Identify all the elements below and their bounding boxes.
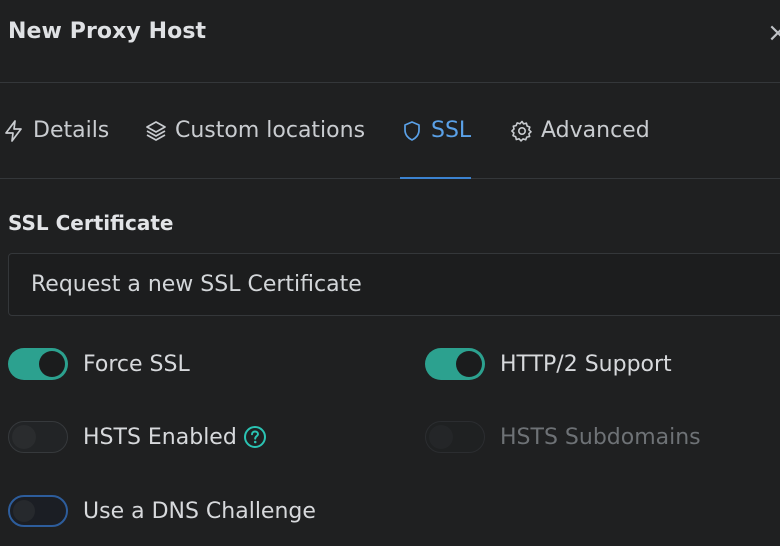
hsts-row: HSTS Enabled bbox=[8, 419, 267, 455]
hsts-subdomains-label: HSTS Subdomains bbox=[500, 424, 701, 450]
lightning-icon bbox=[2, 119, 26, 143]
hsts-subdomains-toggle bbox=[425, 421, 485, 453]
tab-custom-locations-label: Custom locations bbox=[175, 118, 366, 143]
tab-advanced[interactable]: Advanced bbox=[510, 83, 650, 178]
toggle-knob bbox=[13, 500, 35, 522]
ssl-certificate-value: Request a new SSL Certificate bbox=[31, 272, 362, 297]
tab-advanced-label: Advanced bbox=[541, 118, 650, 143]
ssl-certificate-select[interactable]: Request a new SSL Certificate bbox=[8, 253, 780, 316]
http2-support-label: HTTP/2 Support bbox=[500, 351, 672, 377]
tab-details-label: Details bbox=[33, 118, 110, 143]
close-icon[interactable]: × bbox=[767, 18, 780, 48]
layers-icon bbox=[144, 119, 168, 143]
shield-icon bbox=[400, 119, 424, 143]
hsts-enabled-toggle[interactable] bbox=[8, 421, 68, 453]
force-ssl-row: Force SSL bbox=[8, 346, 190, 382]
tab-custom-locations[interactable]: Custom locations bbox=[144, 83, 365, 178]
hsts-enabled-label: HSTS Enabled bbox=[83, 424, 237, 450]
toggle-knob bbox=[12, 425, 36, 449]
ssl-certificate-label: SSL Certificate bbox=[8, 211, 174, 235]
new-proxy-host-modal: New Proxy Host × Details Custom location… bbox=[0, 0, 780, 546]
hsts-subdomains-row: HSTS Subdomains bbox=[425, 419, 701, 455]
dns-challenge-label: Use a DNS Challenge bbox=[83, 498, 316, 524]
tab-ssl-label: SSL bbox=[431, 118, 472, 143]
tab-ssl[interactable]: SSL bbox=[400, 83, 472, 179]
dns-challenge-toggle[interactable] bbox=[8, 495, 68, 527]
force-ssl-toggle[interactable] bbox=[8, 348, 68, 380]
tab-details[interactable]: Details bbox=[2, 83, 109, 178]
toggle-knob bbox=[456, 351, 482, 377]
gear-icon bbox=[510, 119, 534, 143]
http2-row: HTTP/2 Support bbox=[425, 346, 672, 382]
modal-header: New Proxy Host × bbox=[0, 0, 780, 83]
question-circle-icon[interactable] bbox=[243, 425, 267, 449]
http2-support-toggle[interactable] bbox=[425, 348, 485, 380]
modal-title: New Proxy Host bbox=[8, 19, 207, 44]
toggle-knob bbox=[39, 351, 65, 377]
force-ssl-label: Force SSL bbox=[83, 351, 190, 377]
tab-bar: Details Custom locations SSL Advanced bbox=[0, 83, 780, 179]
toggle-knob bbox=[429, 425, 453, 449]
dns-challenge-row: Use a DNS Challenge bbox=[8, 493, 316, 529]
